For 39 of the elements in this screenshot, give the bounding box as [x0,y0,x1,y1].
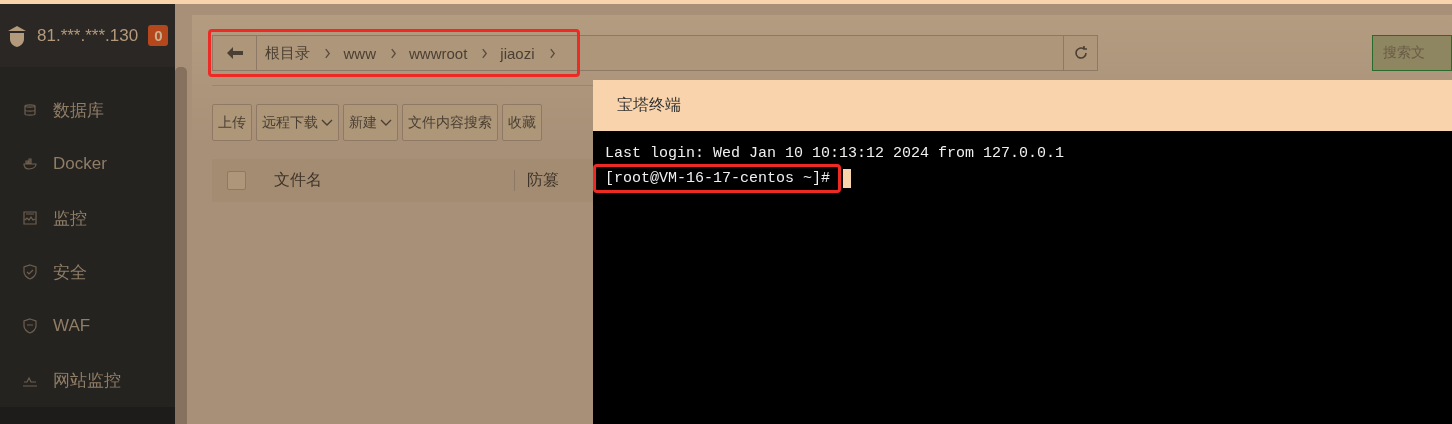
toolbar-button[interactable]: 新建 [343,104,399,141]
left-arrow-icon [227,47,243,59]
database-icon [22,102,38,118]
chart-icon [22,210,38,226]
shield-icon [22,318,38,334]
chevron-down-icon [380,118,393,127]
tower-logo-icon [7,24,27,47]
breadcrumb-link[interactable]: 根目录 [265,43,311,63]
toolbar-button[interactable]: 收藏 [502,104,543,141]
toolbar-button[interactable]: 文件内容搜索 [402,104,499,141]
breadcrumb-link[interactable]: jiaozi [500,44,535,62]
sidebar-item[interactable]: 监控 [0,191,176,245]
breadcrumb-link[interactable]: wwwroot [409,44,468,62]
toolbar-button[interactable]: 远程下载 [256,104,340,141]
whale-icon [22,156,38,172]
server-address: 81.***.***.130 [37,25,139,46]
select-all-checkbox[interactable] [227,171,247,190]
sidebar-item[interactable]: 数据库 [0,83,176,137]
breadcrumb-link[interactable]: www [343,44,376,62]
shell-prompt: [root@VM-16-17-centos ~]# [605,170,831,187]
column-header: 防篡 [527,170,560,190]
chevron-down-icon [321,118,334,127]
column-header: 文件名 [274,170,516,191]
shield-icon [22,264,38,280]
chevron-right-icon [481,47,489,59]
sidebar-item[interactable]: 网站监控 [0,353,176,407]
toolbar-button[interactable]: 上传 [212,104,253,141]
text-cursor [843,169,852,188]
scrollbar-thumb[interactable] [175,67,188,424]
chevron-right-icon [390,47,397,59]
refresh-icon [1073,45,1089,61]
chevron-right-icon [548,47,556,59]
chevron-right-icon [324,47,332,59]
sidebar-item[interactable]: WAF [0,299,176,353]
window-title: 宝塔终端 [617,95,681,115]
sidebar-item[interactable]: Docker [0,137,176,191]
terminal-line: Last login: Wed Jan 10 10:13:12 2024 from 127.0.0.1 [605,144,1066,164]
sidebar-item[interactable]: 安全 [0,245,176,299]
notification-count[interactable]: 0 [148,25,169,46]
